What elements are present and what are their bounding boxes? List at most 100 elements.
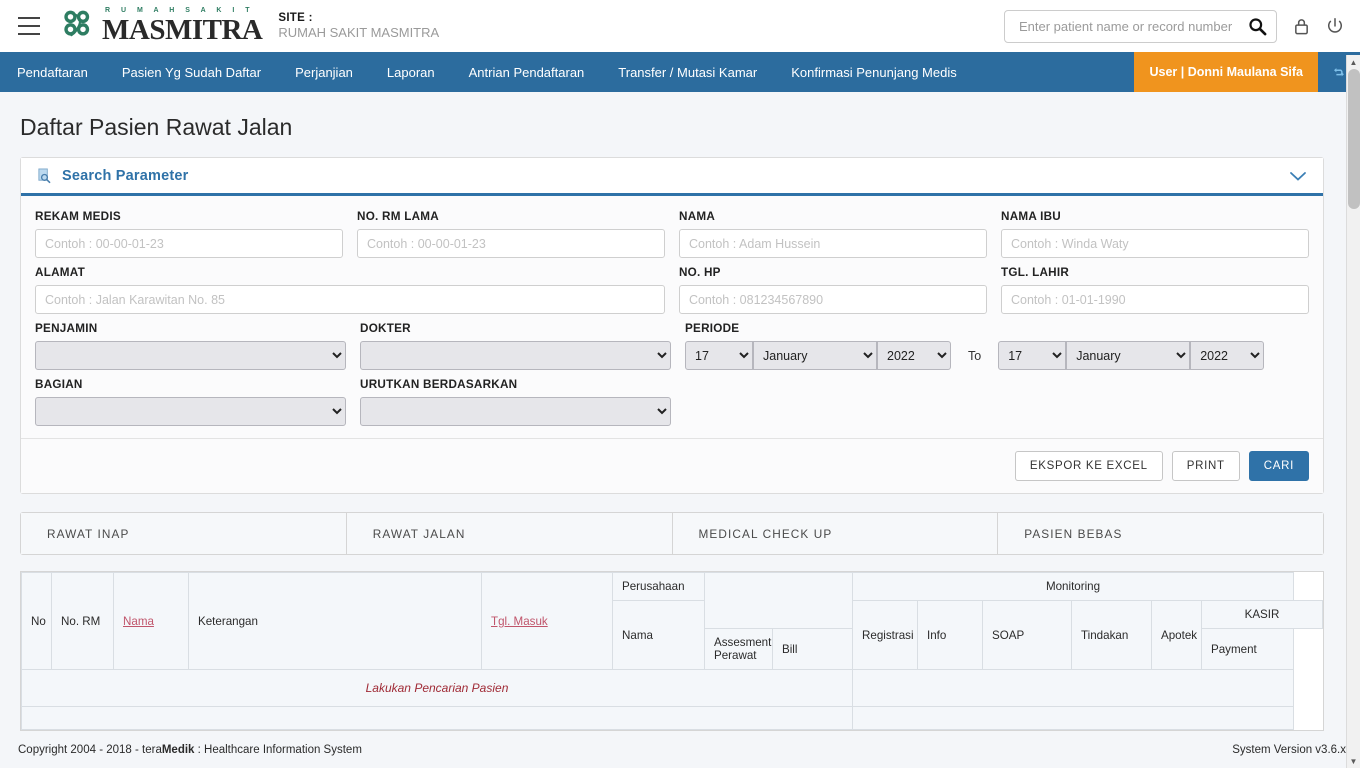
label-tgl-lahir: TGL. LAHIR — [1000, 266, 1070, 279]
select-periode-from-year[interactable]: 2022 — [877, 341, 951, 370]
input-tgl-lahir[interactable] — [1000, 285, 1309, 314]
sort-link-nama[interactable]: Nama — [123, 615, 154, 628]
periode-until: 17 January 2022 — [998, 341, 1265, 370]
input-nama[interactable] — [679, 229, 987, 258]
search-panel-actions: EKSPOR KE EXCEL PRINT CARI — [21, 438, 1323, 493]
th-nama: Nama — [113, 572, 189, 670]
select-periode-from-month[interactable]: January — [753, 341, 877, 370]
empty-state-filler — [851, 669, 1295, 707]
field-tgl-lahir: TGL. LAHIR — [1000, 266, 1309, 314]
nav-item-konfirmasi-penunjang-medis[interactable]: Konfirmasi Penunjang Medis — [774, 52, 973, 92]
search-panel-title: Search Parameter — [62, 167, 189, 184]
field-alamat: ALAMAT — [35, 266, 665, 314]
search-input[interactable] — [1017, 17, 1248, 35]
select-urutkan-berdasarkan[interactable] — [360, 397, 671, 426]
select-dokter[interactable] — [360, 341, 671, 370]
clover-logo-icon — [64, 10, 90, 37]
scrollbar-thumb[interactable] — [1348, 69, 1360, 209]
tab-rawat-jalan[interactable]: RAWAT JALAN — [346, 513, 673, 554]
nav-item-antrian-pendaftaran[interactable]: Antrian Pendaftaran — [452, 52, 602, 92]
select-periode-until-day[interactable]: 17 — [998, 341, 1067, 370]
select-periode-until-month[interactable]: January — [1066, 341, 1191, 370]
tab-pasien-bebas[interactable]: PASIEN BEBAS — [998, 513, 1323, 554]
input-no-rm-lama[interactable] — [357, 229, 665, 258]
th-assesment-perawat-spacer — [704, 572, 853, 629]
select-bagian[interactable] — [35, 397, 346, 426]
brand-name: MASMITRA — [102, 14, 263, 46]
hamburger-icon[interactable] — [18, 17, 40, 35]
copyright-brand: Medik — [161, 744, 195, 756]
search-document-icon — [37, 168, 52, 184]
label-urutkan-berdasarkan: URUTKAN BERDASARKAN — [360, 378, 518, 391]
nav-item-pendaftaran[interactable]: Pendaftaran — [0, 52, 105, 92]
tab-rawat-inap[interactable]: RAWAT INAP — [21, 513, 347, 554]
search-panel-body: REKAM MEDIS NO. RM LAMA NAMA NAMA IBU — [21, 196, 1323, 438]
scroll-down-arrow[interactable]: ▼ — [1347, 754, 1360, 768]
patient-category-tabs: RAWAT INAP RAWAT JALAN MEDICAL CHECK UP … — [20, 512, 1324, 555]
header-actions — [1004, 9, 1344, 43]
select-periode-until-year[interactable]: 2022 — [1190, 341, 1265, 370]
select-periode-from-day[interactable]: 17 — [685, 341, 753, 370]
print-button[interactable]: PRINT — [1171, 451, 1240, 481]
label-penjamin: PENJAMIN — [35, 322, 98, 335]
page-content: Daftar Pasien Rawat Jalan Search Paramet… — [0, 92, 1346, 732]
th-info: Info — [917, 600, 983, 670]
search-icon[interactable] — [1248, 17, 1267, 36]
th-bill: Bill — [772, 628, 853, 670]
th-perusahaan: Perusahaan — [612, 572, 705, 601]
tab-medical-check-up[interactable]: MEDICAL CHECK UP — [672, 513, 999, 554]
brand-logo[interactable]: R U M A H S A K I T MASMITRA — [58, 6, 263, 46]
user-badge[interactable]: User | Donni Maulana Sifa — [1134, 52, 1318, 92]
th-tgl-masuk: Tgl. Masuk — [481, 572, 613, 670]
table-footer-cell-left — [21, 706, 853, 730]
field-rekam-medis: REKAM MEDIS — [35, 210, 343, 258]
field-penjamin: PENJAMIN — [35, 322, 346, 370]
select-penjamin[interactable] — [35, 341, 346, 370]
field-no-hp: NO. HP — [678, 266, 987, 314]
global-search[interactable] — [1004, 9, 1277, 43]
label-bagian: BAGIAN — [35, 378, 83, 391]
export-excel-button[interactable]: EKSPOR KE EXCEL — [1014, 451, 1163, 481]
nav-item-laporan[interactable]: Laporan — [370, 52, 452, 92]
field-bagian: BAGIAN — [35, 378, 346, 426]
th-keterangan: Keterangan — [188, 572, 482, 670]
label-dokter: DOKTER — [360, 322, 411, 335]
table-footer-cell-right — [851, 706, 1295, 730]
input-rekam-medis[interactable] — [35, 229, 343, 258]
periode-to-label: To — [968, 348, 982, 363]
search-panel-header[interactable]: Search Parameter — [21, 158, 1323, 196]
form-row-4: BAGIAN URUTKAN BERDASARKAN — [35, 378, 1309, 426]
chevron-down-icon[interactable] — [1289, 170, 1307, 182]
lock-icon[interactable] — [1293, 17, 1310, 36]
sort-link-tgl-masuk[interactable]: Tgl. Masuk — [491, 615, 548, 628]
top-header: R U M A H S A K I T MASMITRA SITE : RUMA… — [0, 0, 1360, 52]
input-no-hp[interactable] — [678, 285, 987, 314]
label-no-hp: NO. HP — [678, 266, 721, 279]
search-parameter-panel: Search Parameter REKAM MEDIS NO. RM LAMA — [20, 157, 1324, 494]
power-icon[interactable] — [1326, 17, 1344, 36]
scroll-up-arrow[interactable]: ▲ — [1347, 55, 1360, 69]
vertical-scrollbar[interactable]: ▲ ▼ — [1346, 55, 1360, 768]
site-value: RUMAH SAKIT MASMITRA — [278, 25, 440, 41]
system-version: System Version v3.6.x — [1232, 744, 1346, 756]
nav-item-transfer-mutasi-kamar[interactable]: Transfer / Mutasi Kamar — [601, 52, 774, 92]
form-row-2: ALAMAT NO. HP TGL. LAHIR — [35, 266, 1309, 314]
table-header-row-1: No No. RM Nama Keterangan Tgl. Masuk Per… — [21, 572, 1323, 670]
label-nama-ibu: NAMA IBU — [1001, 210, 1061, 223]
label-rekam-medis: REKAM MEDIS — [35, 210, 121, 223]
input-nama-ibu[interactable] — [1001, 229, 1309, 258]
input-alamat[interactable] — [35, 285, 665, 314]
field-dokter: DOKTER — [360, 322, 671, 370]
copyright-prefix: Copyright 2004 - 2018 - tera — [18, 744, 162, 756]
page-footer: Copyright 2004 - 2018 - teraMedik : Heal… — [0, 732, 1360, 768]
nav-item-pasien-yg-sudah-daftar[interactable]: Pasien Yg Sudah Daftar — [105, 52, 278, 92]
label-alamat: ALAMAT — [35, 266, 85, 279]
search-submit-button[interactable]: CARI — [1248, 451, 1309, 481]
brand-subtitle: R U M A H S A K I T — [105, 7, 255, 14]
th-soap: SOAP — [982, 600, 1072, 670]
field-no-rm-lama: NO. RM LAMA — [357, 210, 665, 258]
nav-item-perjanjian[interactable]: Perjanjian — [278, 52, 370, 92]
th-registrasi: Registrasi — [852, 600, 918, 670]
field-nama: NAMA — [679, 210, 987, 258]
